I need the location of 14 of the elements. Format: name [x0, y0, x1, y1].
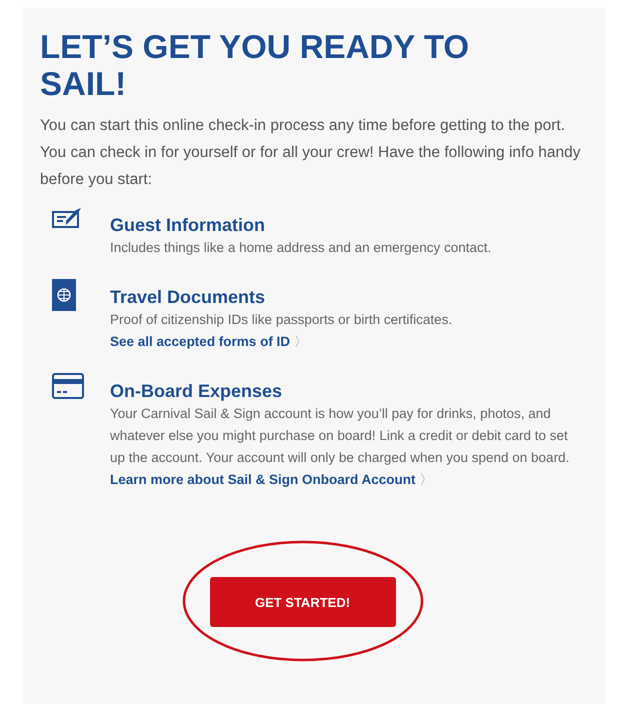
section-description: Your Carnival Sail & Sign account is how you’ll pay for drinks, photos, and whatever else you might purchase on board! Link a credit or debit card to set up the account. Your account will only be charged when you spend on board. — [110, 405, 570, 467]
passport-icon — [52, 279, 76, 311]
get-started-button[interactable]: GET STARTED! — [210, 577, 396, 627]
section-link[interactable]: See all accepted forms of ID 〉 — [110, 331, 308, 353]
section-title: Guest Information — [110, 214, 266, 237]
section-title: On-Board Expenses — [110, 380, 284, 403]
intro-text: You can start this online check-in process any time before getting to the port. You can check in for yourself or for all your crew! Have the following info handy before you start: — [40, 116, 582, 190]
section-description: Includes things like a home address and an emergency contact. — [110, 239, 492, 257]
credit-card-icon — [52, 373, 84, 399]
page-heading: LET’S GET YOU READY TO SAIL! — [40, 28, 470, 102]
section-title: Travel Documents — [110, 286, 266, 309]
section-link[interactable]: Learn more about Sail & Sign Onboard Account 〉 — [110, 469, 434, 491]
section-description: Proof of citizenship IDs like passports or birth certificates. — [110, 311, 454, 329]
form-icon — [52, 207, 82, 229]
